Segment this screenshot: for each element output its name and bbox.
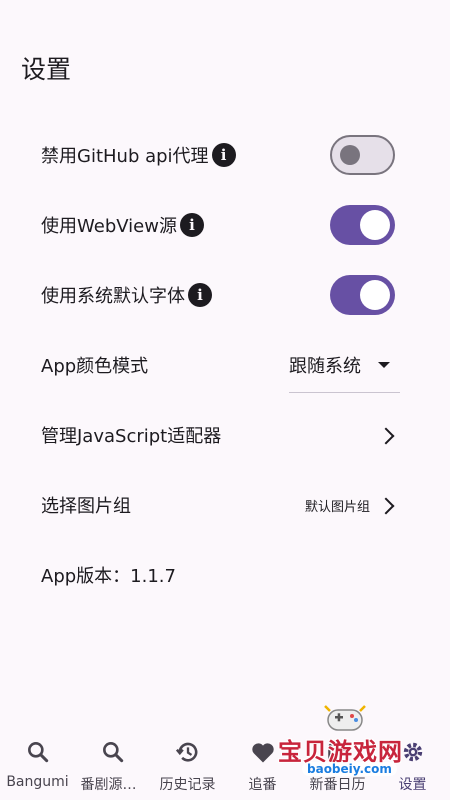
chevron-right-icon	[377, 427, 395, 445]
nav-label-bangumi: Bangumi	[6, 774, 69, 790]
github-proxy-toggle[interactable]	[330, 135, 395, 175]
app-version-text: App版本：1.1.7	[41, 566, 176, 587]
info-icon[interactable]: i	[211, 143, 236, 167]
nav-item-history[interactable]: 历史记录	[150, 728, 225, 800]
nav-item-bangumi[interactable]: Bangumi	[0, 728, 75, 800]
search-icon	[100, 736, 126, 768]
setting-row-image-group[interactable]: 选择图片组 默认图片组	[0, 477, 450, 533]
color-mode-dropdown[interactable]: 跟随系统	[289, 337, 400, 393]
setting-row-system-font[interactable]: 使用系统默认字体 i	[0, 267, 450, 323]
setting-label-image-group: 选择图片组	[41, 496, 131, 517]
image-group-value: 默认图片组	[304, 499, 370, 515]
nav-label-source-search: 番剧源搜索	[80, 777, 145, 793]
chevron-right-icon	[377, 497, 395, 515]
setting-label-wrapper: 使用系统默认字体 i	[41, 282, 212, 308]
setting-row-color-mode: App颜色模式 跟随系统	[0, 337, 450, 393]
info-icon[interactable]: i	[188, 283, 212, 307]
setting-label-webview-source: 使用WebView源	[41, 216, 177, 237]
setting-row-github-proxy[interactable]: 禁用GitHub api代理 i	[0, 127, 450, 183]
color-mode-value: 跟随系统	[289, 355, 361, 377]
history-icon	[174, 736, 202, 768]
watermark-url: baobeiy.com	[302, 762, 397, 776]
page-title: 设置	[21, 55, 72, 84]
info-icon[interactable]: i	[179, 213, 204, 237]
setting-row-js-adapters[interactable]: 管理JavaScript适配器	[0, 407, 450, 463]
setting-label-color-mode: App颜色模式	[41, 356, 149, 377]
setting-label-github-proxy: 禁用GitHub api代理	[41, 146, 209, 167]
setting-row-webview-source[interactable]: 使用WebView源 i	[0, 197, 450, 253]
toggle-thumb	[340, 144, 360, 165]
toggle-thumb	[360, 280, 390, 310]
setting-row-app-version: App版本：1.1.7	[0, 547, 450, 603]
system-font-toggle[interactable]	[330, 275, 395, 315]
setting-label-js-adapters: 管理JavaScript适配器	[41, 426, 222, 447]
search-icon	[25, 736, 51, 768]
watermark: 宝贝游戏网 baobeiy.com	[272, 700, 422, 790]
nav-label-history: 历史记录	[159, 777, 216, 793]
webview-source-toggle[interactable]	[330, 205, 395, 245]
settings-screen: 设置 禁用GitHub api代理 i 使用WebView源 i 使用系统默认字…	[0, 0, 450, 800]
gamepad-logo-icon	[324, 705, 366, 731]
setting-label-system-font: 使用系统默认字体	[41, 286, 185, 307]
setting-label-wrapper: 禁用GitHub api代理 i	[41, 142, 236, 168]
nav-item-source-search[interactable]: 番剧源搜索	[75, 728, 150, 800]
setting-label-wrapper: 使用WebView源 i	[41, 212, 204, 238]
toggle-thumb	[360, 210, 390, 240]
dropdown-arrow-icon	[378, 362, 390, 368]
